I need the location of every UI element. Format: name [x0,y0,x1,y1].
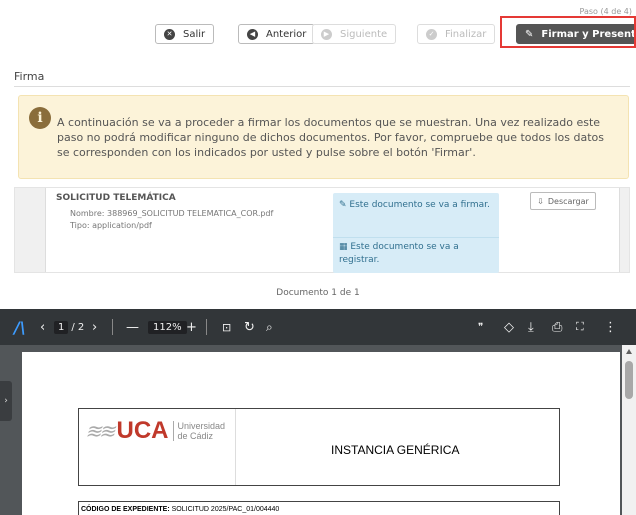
scroll-up-icon[interactable] [626,349,632,354]
info-register: ▦ Este documento se va a registrar. [339,241,493,267]
toolbar-separator [112,319,113,335]
finish-label: Finalizar [445,28,487,40]
pdf-scrollbar[interactable] [622,345,636,515]
print-icon[interactable]: ⎙ [552,309,562,345]
finish-icon: ✓ [426,28,437,40]
next-icon: ▶ [321,28,332,40]
header-divider [235,409,236,485]
pdf-page: ≋≋ UCA Universidad de Cádiz INSTANCIA GE… [22,352,620,515]
pdf-toolbar: /\ ‹ 1 / 2 › — 112% + ⊡ ↻ ⌕ ❞ ◇ ⤓ ⎙ ⛶ ⋮ [0,309,636,345]
zoom-level[interactable]: 112% [148,320,187,334]
info-sign: ✎ Este documento se va a firmar. [339,199,493,212]
pdf-doc-heading: INSTANCIA GENÉRICA [331,443,460,457]
expediente-value: SOLICITUD 2025/PAC_01/004440 [171,506,280,513]
expediente-label: CÓDIGO DE EXPEDIENTE: [81,506,170,513]
edit-icon: ✎ [339,200,350,210]
download-label: Descargar [547,196,589,206]
exit-label: Salir [183,28,206,40]
document-row: SOLICITUD TELEMÁTICA Nombre: 388969_SOLI… [45,188,620,273]
search-icon[interactable]: ⌕ [266,309,273,345]
page-total: / 2 [71,321,85,333]
uca-logo-subtitle: Universidad de Cádiz [172,421,226,441]
next-page-button[interactable]: › [92,309,97,345]
exit-icon: ✕ [164,28,175,40]
more-options-icon[interactable]: ⋮ [604,309,617,345]
uca-logo: ≋≋ UCA Universidad de Cádiz [85,417,225,445]
prev-page-button[interactable]: ‹ [40,309,45,345]
fit-page-button[interactable]: ⊡ [222,309,231,345]
pdf-viewer: /\ ‹ 1 / 2 › — 112% + ⊡ ↻ ⌕ ❞ ◇ ⤓ ⎙ ⛶ ⋮ … [0,309,636,515]
section-title: Firma [14,70,45,83]
next-label: Siguiente [340,28,388,40]
next-button[interactable]: ▶ Siguiente [312,24,397,44]
step-indicator: Paso (4 de 4) [579,7,632,16]
pdf-header: ≋≋ UCA Universidad de Cádiz INSTANCIA GE… [78,408,560,486]
uca-sub-line-1: Universidad [177,421,226,431]
fullscreen-icon[interactable]: ⛶ [576,309,584,345]
info-register-text: Este documento se va a registrar. [339,242,459,265]
zoom-out-button[interactable]: — [126,309,139,345]
download-icon: ⇩ [537,196,544,206]
document-filename: Nombre: 388969_SOLICITUD TELEMATICA_COR.… [70,209,274,218]
draw-icon[interactable]: ◇ [504,309,514,345]
info-separator [333,237,499,238]
rotate-button[interactable]: ↻ [244,309,255,345]
expediente-box: CÓDIGO DE EXPEDIENTE: SOLICITUD 2025/PAC… [78,501,560,515]
section-divider [14,86,630,87]
info-sign-text: Este documento se va a firmar. [349,200,490,210]
page-number-input[interactable]: 1 [54,320,69,334]
toolbar-separator [206,319,207,335]
document-type: Tipo: application/pdf [70,221,152,230]
download-button[interactable]: ⇩ Descargar [530,192,596,210]
uca-logo-text: UCA [116,417,169,444]
document-count: Documento 1 de 1 [276,288,360,298]
document-table: SOLICITUD TELEMÁTICA Nombre: 388969_SOLI… [14,187,630,273]
scroll-thumb[interactable] [625,361,633,399]
document-title: SOLICITUD TELEMÁTICA [56,193,176,203]
prev-icon: ◀ [247,28,258,40]
alert-text: A continuación se va a proceder a firmar… [57,116,604,159]
previous-button[interactable]: ◀ Anterior [238,24,316,44]
document-info-box: ✎ Este documento se va a firmar. ▦ Este … [333,193,499,273]
sidebar-toggle[interactable]: › [0,381,12,421]
uca-sub-line-2: de Cádiz [177,431,214,441]
annotation-icon[interactable]: ❞ [478,309,483,345]
exit-button[interactable]: ✕ Salir [155,24,215,44]
uca-logo-mark-icon: ≋≋ [85,419,115,443]
finish-button[interactable]: ✓ Finalizar [417,24,496,44]
expediente-line: CÓDIGO DE EXPEDIENTE: SOLICITUD 2025/PAC… [81,506,279,513]
register-icon: ▦ [339,242,351,252]
previous-label: Anterior [266,28,307,40]
zoom-in-button[interactable]: + [186,309,197,345]
pdf-logo-icon: /\ [14,317,26,337]
warning-alert: i A continuación se va a proceder a firm… [18,95,629,179]
pdf-download-icon[interactable]: ⤓ [528,309,534,345]
info-icon: i [29,107,51,129]
highlight-box [500,16,636,48]
